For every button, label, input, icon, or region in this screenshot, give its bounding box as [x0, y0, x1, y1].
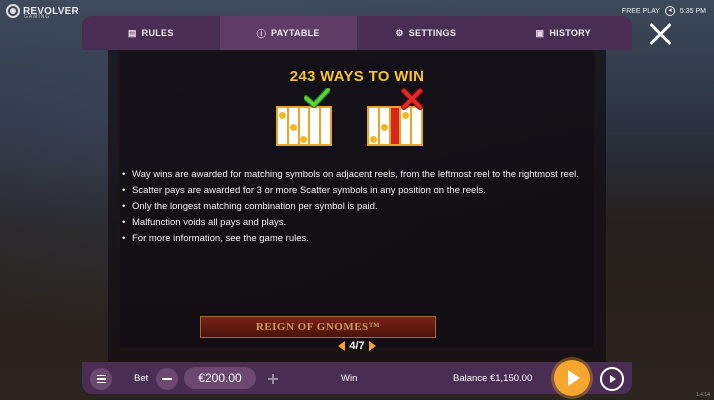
menu-line — [96, 378, 106, 380]
play-mode: FREE PLAY — [621, 7, 660, 15]
invalid-ways-example — [367, 88, 423, 146]
reel-column — [278, 108, 289, 144]
cross-icon — [401, 88, 423, 110]
reel-grid — [367, 106, 423, 146]
symbol-dot — [402, 112, 410, 119]
bet-label: Bet — [134, 373, 149, 384]
clock: 5:35 PM — [679, 7, 706, 15]
winning-ways-example — [276, 88, 332, 146]
reel-column — [289, 108, 300, 144]
tab-label: RULES — [141, 28, 174, 38]
reel-column-missing — [390, 108, 402, 144]
pager: 4/7 — [108, 340, 606, 352]
reel-column — [401, 108, 413, 144]
version-label: 1.4.14 — [696, 392, 710, 398]
brand-sub: GAMING — [24, 14, 51, 20]
tab-label: PAYTABLE — [271, 28, 320, 38]
tab-paytable[interactable]: ⓘ PAYTABLE — [219, 16, 357, 50]
tab-bar: ▤ RULES ⓘ PAYTABLE ⚙ SETTINGS ▣ HISTORY — [82, 16, 632, 50]
gear-icon: ⚙ — [395, 27, 404, 38]
list-item: Way wins are awarded for matching symbol… — [122, 167, 592, 183]
menu-line — [96, 381, 106, 384]
page-title: 243 WAYS TO WIN — [289, 68, 425, 85]
balance-display: Balance €1,150.00 — [453, 373, 533, 384]
check-icon — [304, 88, 330, 108]
previous-page-icon[interactable] — [338, 341, 346, 351]
tab-history[interactable]: ▣ HISTORY — [495, 16, 633, 50]
symbol-dot — [380, 124, 388, 131]
game-title-banner: REIGN OF GNOMES™ — [200, 316, 436, 338]
reel-column — [300, 108, 311, 144]
win-label: Win — [341, 373, 358, 384]
paytable-panel: 243 WAYS TO WIN Way wins are awarded for — [108, 50, 606, 362]
menu-line — [96, 374, 106, 377]
tab-label: HISTORY — [549, 28, 591, 38]
info-icon: ⓘ — [256, 28, 267, 39]
reel-column — [321, 108, 330, 144]
close-icon[interactable] — [645, 19, 675, 49]
autoplay-button[interactable] — [600, 367, 624, 391]
decrease-bet-button[interactable] — [156, 368, 178, 390]
history-icon: ▣ — [535, 27, 545, 38]
bet-value: €200.00 — [184, 367, 256, 389]
reel-column — [310, 108, 322, 144]
reel-column — [412, 108, 421, 144]
list-item: For more information, see the game rules… — [122, 231, 592, 247]
next-page-icon[interactable] — [368, 341, 376, 351]
symbol-dot — [278, 112, 286, 119]
symbol-dot — [369, 136, 377, 143]
list-item: Scatter pays are awarded for 3 or more S… — [122, 183, 592, 199]
symbol-dot — [289, 124, 297, 131]
spin-button[interactable] — [554, 360, 590, 396]
list-item: Only the longest matching combination pe… — [122, 199, 592, 215]
revolver-logo-icon — [6, 4, 20, 18]
tab-settings[interactable]: ⚙ SETTINGS — [357, 16, 495, 50]
reel-column — [380, 108, 391, 144]
book-icon: ▤ — [127, 27, 137, 38]
rules-list: Way wins are awarded for matching symbol… — [122, 167, 592, 247]
sound-icon[interactable]: ◂ — [664, 6, 675, 16]
increase-bet-button[interactable] — [262, 368, 284, 390]
page-indicator: 4/7 — [349, 340, 365, 352]
symbol-dot — [300, 136, 308, 143]
reel-grid — [276, 106, 332, 146]
reel-column — [369, 108, 380, 144]
list-item: Malfunction voids all pays and plays. — [122, 215, 592, 231]
status-bar: FREE PLAY ◂ 5:35 PM — [622, 6, 706, 16]
tab-rules[interactable]: ▤ RULES — [82, 16, 220, 50]
menu-button[interactable] — [90, 368, 112, 390]
tab-label: SETTINGS — [408, 28, 457, 38]
